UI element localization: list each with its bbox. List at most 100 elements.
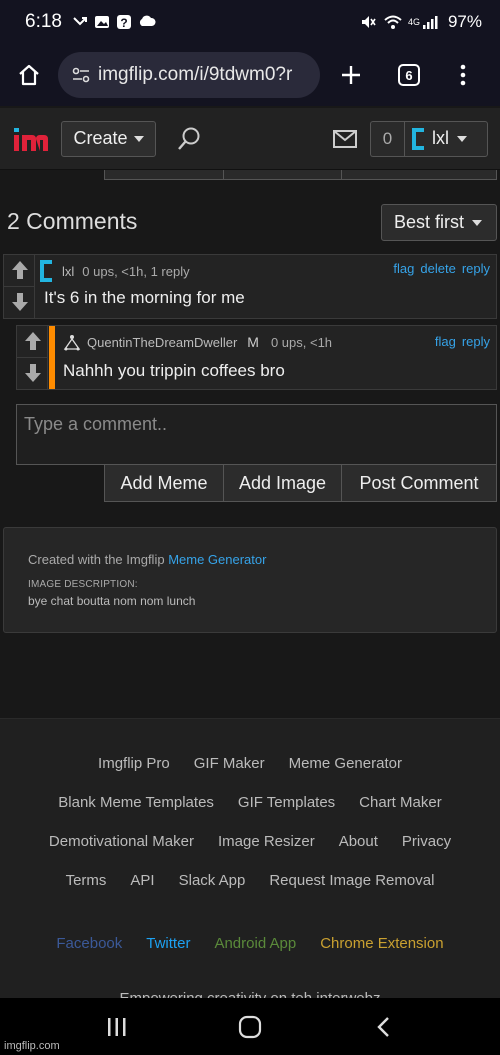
notification-count[interactable]: 0 [370, 120, 404, 157]
home-nav-button[interactable] [230, 1007, 270, 1047]
chevron-down-icon [133, 135, 144, 142]
add-image-button[interactable]: Add Image [224, 464, 342, 502]
create-dropdown-button[interactable]: Create [61, 120, 156, 157]
created-prefix: Created with the Imgflip [28, 552, 169, 567]
footer-link-about[interactable]: About [339, 833, 378, 850]
footer-link-api[interactable]: API [130, 872, 154, 889]
footer-link-twitter[interactable]: Twitter [146, 935, 190, 952]
footer-link-gif-templates[interactable]: GIF Templates [238, 794, 335, 811]
vote-column [17, 326, 48, 389]
tab-switcher-button[interactable]: 6 [380, 46, 438, 104]
mod-indicator-bar [49, 326, 55, 389]
footer-link-imgflip-pro[interactable]: Imgflip Pro [98, 755, 170, 772]
arrow-up-icon [24, 332, 41, 351]
mute-icon [360, 14, 376, 30]
footer-link-chart-maker[interactable]: Chart Maker [359, 794, 442, 811]
user-avatar-icon[interactable] [40, 260, 54, 282]
flag-link[interactable]: flag [393, 261, 414, 276]
scrolled-button-remnant [104, 170, 224, 180]
imgflip-logo[interactable] [12, 124, 58, 154]
cloud-icon [138, 14, 156, 30]
comment-username[interactable]: QuentinTheDreamDweller [87, 335, 237, 350]
downvote-button[interactable] [17, 358, 48, 390]
status-bar: 6:18 ? 4G 97% [0, 0, 500, 44]
missed-call-icon [72, 14, 88, 30]
back-chevron-icon [377, 1016, 390, 1037]
create-label: Create [73, 128, 128, 148]
footer-link-demotivational[interactable]: Demotivational Maker [49, 833, 194, 850]
footer-link-meme-generator[interactable]: Meme Generator [289, 755, 402, 772]
reply-link[interactable]: reply [462, 334, 490, 349]
footer-link-blank-templates[interactable]: Blank Meme Templates [58, 794, 214, 811]
arrow-up-icon [11, 261, 28, 280]
comment-action-row: Add Meme Add Image Post Comment [104, 464, 497, 502]
comment-text: Nahhh you trippin coffees bro [63, 361, 285, 380]
svg-text:?: ? [120, 16, 127, 30]
meme-generator-link[interactable]: Meme Generator [168, 552, 266, 567]
footer-link-privacy[interactable]: Privacy [402, 833, 451, 850]
comment-text: It's 6 in the morning for me [44, 288, 245, 307]
plus-icon [342, 66, 360, 84]
footer-link-image-resizer[interactable]: Image Resizer [218, 833, 315, 850]
scrolled-button-remnant [341, 170, 497, 180]
image-description-label: IMAGE DESCRIPTION: [28, 579, 138, 590]
footer-link-android-app[interactable]: Android App [214, 935, 296, 952]
status-right: 4G 97% [360, 12, 482, 32]
comment: lxl 0 ups, <1h, 1 reply flag delete repl… [3, 254, 497, 319]
site-header: Create 0 lxl [0, 108, 500, 170]
browser-menu-button[interactable] [438, 46, 488, 104]
home-circle-icon [238, 1015, 262, 1038]
add-meme-button[interactable]: Add Meme [104, 464, 224, 502]
battery-percent: 97% [447, 12, 482, 31]
footer-row: Blank Meme Templates GIF Templates Chart… [0, 794, 500, 811]
footer-link-gif-maker[interactable]: GIF Maker [194, 755, 265, 772]
downvote-button[interactable] [4, 287, 35, 319]
footer-link-request-removal[interactable]: Request Image Removal [269, 872, 434, 889]
footer-social-row: Facebook Twitter Android App Chrome Exte… [0, 935, 500, 952]
upvote-button[interactable] [17, 326, 48, 358]
search-icon [178, 127, 200, 150]
messages-button[interactable] [328, 121, 362, 157]
android-nav-bar [0, 998, 500, 1055]
chevron-down-icon [457, 135, 467, 142]
address-bar[interactable]: imgflip.com/i/9tdwm0?r [58, 52, 320, 98]
footer-row: Demotivational Maker Image Resizer About… [0, 833, 500, 850]
image-description-panel: Created with the Imgflip Meme Generator … [3, 527, 497, 633]
home-button[interactable] [0, 46, 58, 104]
comment-actions: flag delete reply [393, 261, 490, 276]
user-menu-button[interactable]: lxl [404, 120, 488, 157]
back-button[interactable] [363, 1007, 403, 1047]
footer-link-slack-app[interactable]: Slack App [179, 872, 246, 889]
delete-link[interactable]: delete [420, 261, 455, 276]
comment-meta: lxl 0 ups, <1h, 1 reply [40, 260, 190, 282]
sort-label: Best first [394, 212, 465, 232]
new-tab-button[interactable] [322, 46, 380, 104]
home-icon [19, 64, 39, 86]
upvote-button[interactable] [4, 255, 35, 287]
user-avatar-icon[interactable] [63, 333, 81, 351]
footer-row: Imgflip Pro GIF Maker Meme Generator [0, 755, 500, 772]
created-with-line: Created with the Imgflip Meme Generator [28, 552, 496, 567]
username: lxl [432, 128, 449, 148]
comments-count: 2 Comments [7, 208, 138, 234]
chevron-down-icon [472, 219, 483, 226]
sort-dropdown[interactable]: Best first [381, 204, 497, 241]
flag-link[interactable]: flag [435, 334, 456, 349]
scrolled-button-remnant [223, 170, 342, 180]
vote-column [4, 255, 35, 318]
imgflip-watermark: imgflip.com [4, 1040, 60, 1052]
mail-icon [333, 129, 357, 148]
status-time: 6:18 [25, 11, 62, 32]
footer-link-chrome-extension[interactable]: Chrome Extension [320, 935, 443, 952]
recents-button[interactable] [97, 1007, 137, 1047]
comment-username[interactable]: lxl [62, 264, 74, 279]
mod-badge: M [247, 334, 259, 350]
footer-link-terms[interactable]: Terms [66, 872, 107, 889]
search-button[interactable] [172, 121, 206, 157]
site-settings-icon[interactable] [72, 67, 90, 83]
reply-link[interactable]: reply [462, 261, 490, 276]
footer-link-facebook[interactable]: Facebook [56, 935, 122, 952]
post-comment-button[interactable]: Post Comment [342, 464, 497, 502]
comment-input[interactable]: Type a comment.. [16, 404, 497, 465]
site-footer: Imgflip Pro GIF Maker Meme Generator Bla… [0, 718, 500, 999]
